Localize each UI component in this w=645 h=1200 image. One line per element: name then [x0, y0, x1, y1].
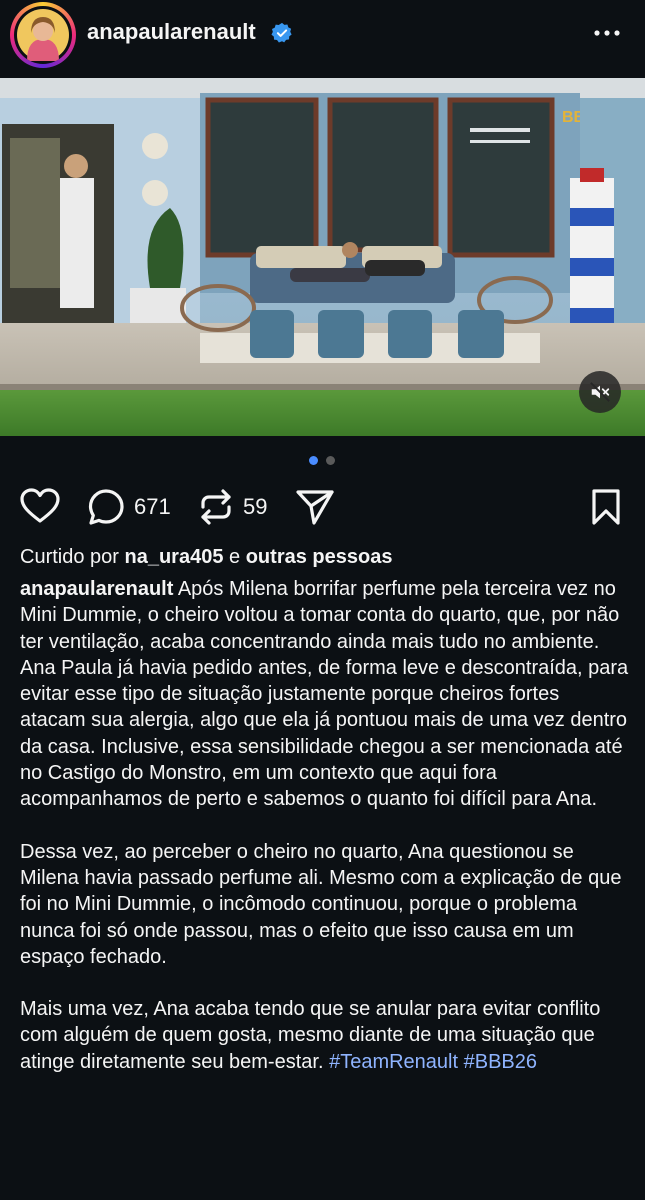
- post-caption: anapaularenault Após Milena borrifar per…: [20, 576, 630, 1075]
- post-media-video[interactable]: BBB: [0, 78, 645, 436]
- repost-count: 59: [243, 494, 268, 519]
- caption-paragraph-2: Dessa vez, ao perceber o cheiro no quart…: [20, 840, 622, 968]
- liked-by-user[interactable]: na_ura405: [125, 546, 224, 568]
- caption-username[interactable]: anapaularenault: [20, 578, 173, 600]
- caption-paragraph-1: anapaularenault Após Milena borrifar per…: [20, 576, 630, 813]
- speaker-muted-icon: [590, 382, 610, 402]
- post-author-username[interactable]: anapaularenault: [87, 19, 256, 45]
- post-header: anapaularenault: [0, 0, 645, 70]
- bookmark-icon[interactable]: [590, 488, 622, 526]
- carousel-dot: [326, 456, 335, 465]
- liked-by-line[interactable]: Curtido por na_ura405 e outras pessoas: [20, 546, 392, 569]
- more-options-icon[interactable]: [592, 28, 622, 38]
- caption-text-1: Após Milena borrifar perfume pela tercei…: [20, 578, 629, 811]
- comment-count: 671: [134, 494, 171, 519]
- avatar-image: [17, 9, 69, 61]
- hashtag-bbb26[interactable]: #BBB26: [464, 1051, 537, 1073]
- repost-icon[interactable]: [199, 487, 233, 527]
- liked-by-conj: e: [229, 546, 241, 568]
- verified-badge-icon: [271, 22, 292, 43]
- avatar[interactable]: [10, 2, 76, 68]
- heart-icon[interactable]: [20, 488, 60, 524]
- comment-bubble-icon[interactable]: [87, 488, 125, 526]
- send-paper-plane-icon[interactable]: [295, 487, 335, 527]
- carousel-dot-active: [309, 456, 318, 465]
- post-actions-bar: 671 59: [0, 482, 645, 532]
- liked-by-prefix: Curtido por: [20, 546, 119, 568]
- hashtag-teamrenault[interactable]: #TeamRenault: [329, 1051, 458, 1073]
- caption-paragraph-3: Mais uma vez, Ana acaba tendo que se anu…: [20, 996, 630, 1075]
- liked-by-others[interactable]: outras pessoas: [246, 546, 393, 568]
- bbb-living-room-scene: BBB: [0, 78, 645, 436]
- mute-button[interactable]: [579, 371, 621, 413]
